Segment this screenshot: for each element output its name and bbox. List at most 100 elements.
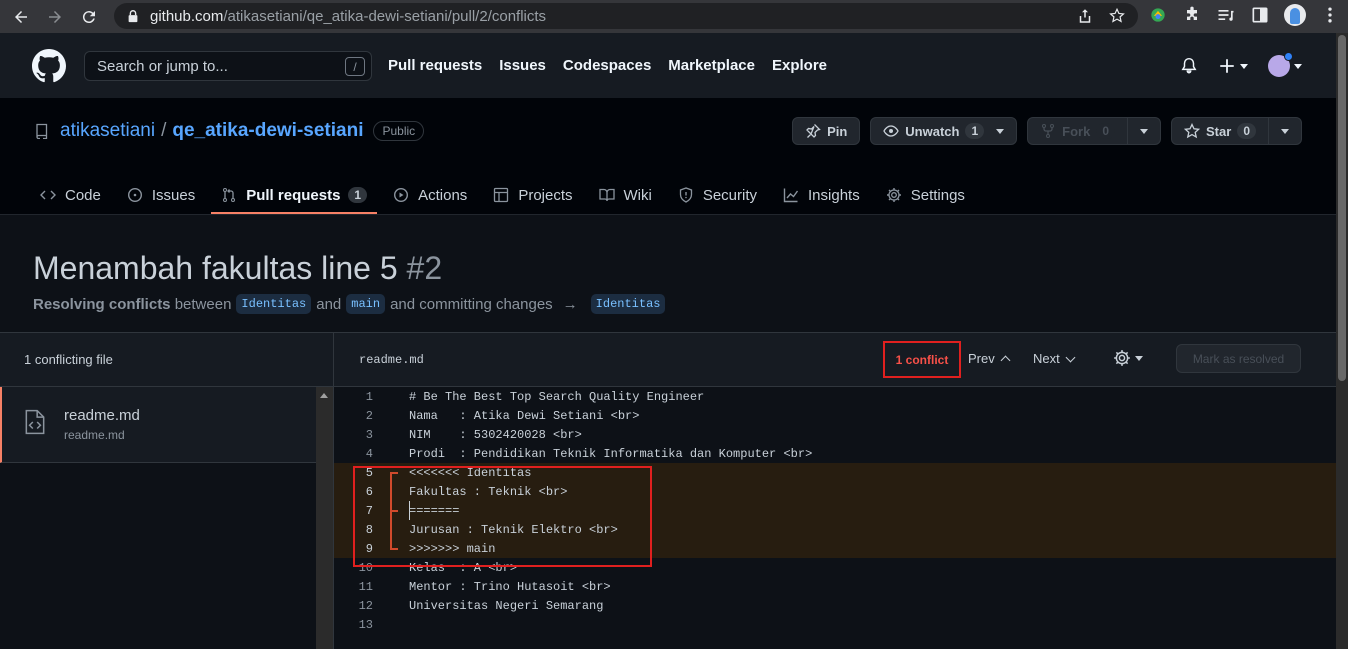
chevron-down-icon	[1065, 352, 1076, 362]
fork-label: Fork	[1062, 123, 1091, 139]
tab-projects[interactable]: Projects	[483, 177, 582, 213]
chevron-down-icon	[1240, 63, 1248, 69]
editor-settings-button[interactable]	[1113, 349, 1143, 367]
pin-button[interactable]: Pin	[792, 117, 861, 145]
fork-icon	[1042, 124, 1055, 138]
play-icon	[394, 187, 409, 203]
avatar	[1268, 52, 1293, 77]
tab-label: Issues	[151, 186, 196, 204]
github-header: Search or jump to... / Pull requests Iss…	[0, 33, 1336, 98]
slash-shortcut-key: /	[345, 57, 365, 76]
tab-label: Pull requests	[246, 186, 341, 204]
tab-pull-requests[interactable]: Pull requests 1	[211, 177, 378, 214]
nav-explore[interactable]: Explore	[772, 57, 827, 74]
browser-toolbar: github.com/atikasetiani/qe_atika-dewi-se…	[0, 0, 1348, 33]
next-conflict-button[interactable]: Next	[1033, 351, 1076, 366]
chevron-up-icon	[1000, 355, 1011, 366]
file-code-icon	[25, 409, 45, 435]
media-control-icon[interactable]	[1216, 5, 1236, 25]
mark-resolved-button[interactable]: Mark as resolved	[1176, 344, 1301, 373]
share-icon[interactable]	[1076, 7, 1094, 25]
chevron-down-icon	[1294, 63, 1302, 69]
line-number: 4	[365, 446, 373, 461]
side-panel-icon[interactable]	[1250, 5, 1270, 25]
code-line[interactable]: 13	[334, 615, 1336, 634]
repo-breadcrumb: atikasetiani / qe_atika-dewi-setiani Pub…	[34, 120, 425, 142]
tab-issues[interactable]: Issues	[117, 177, 205, 213]
line-text: # Be The Best Top Search Quality Enginee…	[409, 389, 705, 404]
unwatch-label: Unwatch	[905, 123, 960, 139]
bell-icon[interactable]	[1180, 57, 1198, 75]
create-new-button[interactable]	[1218, 57, 1248, 75]
line-text: Universitas Negeri Semarang	[409, 598, 604, 613]
line-number: 3	[365, 427, 373, 442]
line-number: 11	[358, 579, 373, 594]
puzzle-icon[interactable]	[1182, 5, 1202, 25]
target-branch[interactable]: Identitas	[590, 294, 666, 314]
next-label: Next	[1033, 351, 1060, 366]
tab-settings[interactable]: Settings	[876, 177, 975, 213]
nav-issues[interactable]: Issues	[499, 57, 546, 74]
code-line[interactable]: 12 Universitas Negeri Semarang	[334, 596, 1336, 615]
code-line[interactable]: 2 Nama : Atika Dewi Setiani <br>	[334, 406, 1336, 425]
repo-owner-link[interactable]: atikasetiani	[60, 120, 155, 142]
back-icon[interactable]	[8, 4, 34, 30]
star-count: 0	[1237, 123, 1256, 139]
head-branch[interactable]: Identitas	[236, 294, 312, 314]
star-icon	[1184, 123, 1201, 139]
conflicting-files-pane: 1 conflicting file readme.md readme.md	[0, 333, 334, 649]
page-scrollbar[interactable]	[1336, 33, 1348, 649]
url-host: github.com	[150, 7, 224, 25]
tab-label: Code	[65, 186, 101, 204]
repo-name-link[interactable]: qe_atika-dewi-setiani	[172, 120, 363, 142]
search-input[interactable]: Search or jump to... /	[84, 51, 372, 81]
github-logo-icon[interactable]	[32, 49, 66, 83]
code-line[interactable]: 11 Mentor : Trino Hutasoit <br>	[334, 577, 1336, 596]
tab-actions[interactable]: Actions	[383, 177, 477, 213]
code-line[interactable]: 1 # Be The Best Top Search Quality Engine…	[334, 387, 1336, 406]
file-list-scrollbar[interactable]	[316, 387, 333, 649]
star-button[interactable]: Star 0	[1171, 117, 1302, 145]
chevron-down-icon[interactable]	[1281, 128, 1289, 134]
gear-icon	[1114, 350, 1130, 366]
tab-security[interactable]: Security	[668, 177, 767, 213]
pull-request-count: 1	[348, 187, 368, 203]
bookmark-star-icon[interactable]	[1108, 7, 1126, 25]
browser-profile-avatar[interactable]	[1284, 4, 1306, 26]
unwatch-button[interactable]: Unwatch 1	[870, 117, 1018, 145]
tab-code[interactable]: Code	[30, 177, 111, 213]
fork-button[interactable]: Fork 0	[1027, 117, 1162, 145]
browser-menu-icon[interactable]	[1320, 5, 1340, 25]
plus-icon	[1220, 59, 1234, 73]
tab-label: Wiki	[623, 186, 652, 204]
tab-label: Actions	[418, 186, 468, 204]
chevron-down-icon[interactable]	[996, 128, 1005, 134]
nav-pull-requests[interactable]: Pull requests	[388, 57, 482, 74]
code-editor[interactable]: 1 # Be The Best Top Search Quality Engine…	[334, 387, 1336, 649]
line-number: 12	[358, 598, 373, 613]
reload-icon[interactable]	[76, 4, 102, 30]
forward-icon[interactable]	[42, 4, 68, 30]
scrollbar-thumb[interactable]	[1338, 35, 1346, 381]
nav-codespaces[interactable]: Codespaces	[563, 57, 651, 74]
chevron-down-icon[interactable]	[1140, 128, 1149, 134]
global-nav: Pull requests Issues Codespaces Marketpl…	[388, 57, 827, 74]
address-bar[interactable]: github.com/atikasetiani/qe_atika-dewi-se…	[114, 3, 1138, 29]
watch-count: 1	[965, 123, 985, 139]
code-line[interactable]: 4 Prodi : Pendidikan Teknik Informatika d…	[334, 444, 1336, 463]
base-branch[interactable]: main	[346, 294, 386, 314]
scroll-up-icon[interactable]	[320, 393, 328, 398]
file-name: readme.md	[64, 407, 140, 424]
line-text: Mentor : Trino Hutasoit <br>	[409, 579, 611, 594]
extension-icon[interactable]	[1148, 5, 1168, 25]
nav-marketplace[interactable]: Marketplace	[668, 57, 755, 74]
file-list-item[interactable]: readme.md readme.md	[0, 387, 333, 463]
user-menu-button[interactable]	[1268, 52, 1302, 77]
tab-wiki[interactable]: Wiki	[589, 177, 662, 213]
issue-icon	[127, 187, 142, 203]
code-line[interactable]: 3 NIM : 5302420028 <br>	[334, 425, 1336, 444]
prev-conflict-button[interactable]: Prev	[968, 351, 1011, 366]
tab-insights[interactable]: Insights	[773, 177, 870, 213]
pr-title-text: Menambah fakultas line 5	[33, 250, 398, 286]
and-text: and	[316, 295, 342, 313]
